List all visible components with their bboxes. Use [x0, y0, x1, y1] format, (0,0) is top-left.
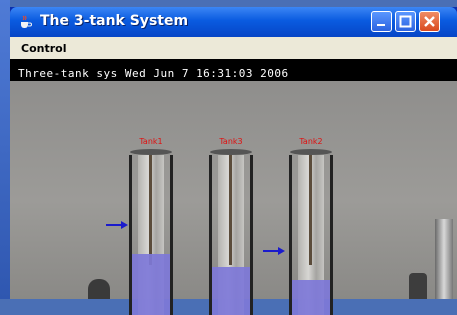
- menu-bar: Control: [10, 37, 457, 59]
- desktop-background: [0, 0, 10, 299]
- tank-label: Tank2: [299, 137, 323, 146]
- valve-fitting: [88, 279, 110, 299]
- tank-2: Tank2: [289, 137, 333, 315]
- close-icon: [424, 16, 435, 27]
- tank-cap: [210, 149, 252, 155]
- app-window: The 3-tank System Control Three-tank sys…: [10, 7, 457, 315]
- tank-cap: [130, 149, 172, 155]
- setpoint-arrow-icon: [106, 221, 128, 229]
- tank-camera-view: Tank1 Tank3 Tank2: [10, 81, 457, 315]
- title-bar[interactable]: The 3-tank System: [10, 7, 457, 37]
- water-level: [212, 267, 250, 315]
- video-timestamp: Three-tank sys Wed Jun 7 16:31:03 2006: [18, 67, 289, 80]
- video-feed: Three-tank sys Wed Jun 7 16:31:03 2006 T…: [10, 59, 457, 315]
- minimize-button[interactable]: [371, 11, 392, 32]
- water-level: [132, 254, 170, 315]
- window-title: The 3-tank System: [40, 13, 189, 29]
- minimize-icon: [377, 24, 385, 26]
- tank-3: Tank3: [209, 137, 253, 315]
- close-button[interactable]: [419, 11, 440, 32]
- java-cup-icon: [21, 15, 32, 28]
- water-level: [292, 279, 330, 315]
- tank-1: Tank1: [129, 137, 173, 315]
- tank-label: Tank3: [219, 137, 243, 146]
- tank-label: Tank1: [139, 137, 163, 146]
- menu-control[interactable]: Control: [21, 42, 66, 55]
- tank-cap: [290, 149, 332, 155]
- stand-clamp: [435, 219, 453, 299]
- stand-base: [409, 273, 427, 299]
- maximize-button[interactable]: [395, 11, 416, 32]
- maximize-icon: [399, 15, 412, 28]
- setpoint-arrow-icon: [263, 247, 285, 255]
